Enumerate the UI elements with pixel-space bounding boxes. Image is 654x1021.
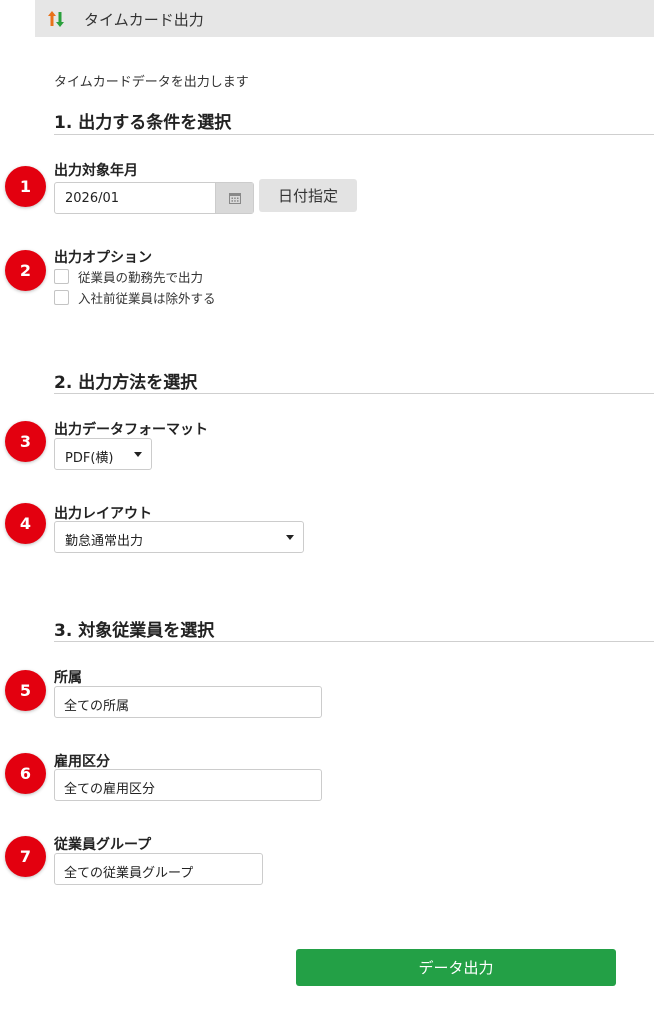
section-title-employees: 3. 対象従業員を選択 xyxy=(54,621,215,641)
data-output-button[interactable]: データ出力 xyxy=(296,949,616,986)
intro-text: タイムカードデータを出力します xyxy=(54,75,249,90)
option-label: 入社前従業員は除外する xyxy=(78,291,216,306)
department-label: 所属 xyxy=(54,670,82,686)
department-value: 全ての所属 xyxy=(64,699,130,714)
step-badge-7: 7 xyxy=(5,836,46,877)
dropdown-caret-icon xyxy=(134,452,142,457)
section-divider xyxy=(54,393,654,394)
step-badge-3: 3 xyxy=(5,421,46,462)
format-value: PDF(横) xyxy=(65,451,114,466)
layout-label: 出力レイアウト xyxy=(54,506,152,522)
section-title-method: 2. 出力方法を選択 xyxy=(54,373,198,393)
step-badge-4: 4 xyxy=(5,503,46,544)
format-select[interactable]: PDF(横) xyxy=(54,438,152,470)
step-badge-5: 5 xyxy=(5,670,46,711)
option-checkbox-row[interactable]: 入社前従業員は除外する xyxy=(54,288,216,307)
department-field[interactable]: 全ての所属 xyxy=(54,686,322,718)
option-checkbox-row[interactable]: 従業員の勤務先で出力 xyxy=(54,267,203,286)
employee-group-field[interactable]: 全ての従業員グループ xyxy=(54,853,263,885)
target-month-value: 2026/01 xyxy=(65,191,120,206)
date-specify-button[interactable]: 日付指定 xyxy=(259,179,357,212)
employment-type-field[interactable]: 全ての雇用区分 xyxy=(54,769,322,801)
calendar-icon[interactable] xyxy=(215,183,253,213)
step-badge-1: 1 xyxy=(5,166,46,207)
output-options-label: 出力オプション xyxy=(54,250,152,266)
step-badge-2: 2 xyxy=(5,250,46,291)
section-divider xyxy=(54,641,654,642)
option-label: 従業員の勤務先で出力 xyxy=(78,270,204,285)
employee-group-value: 全ての従業員グループ xyxy=(64,866,194,881)
layout-select[interactable]: 勤怠通常出力 xyxy=(54,521,304,553)
step-badge-6: 6 xyxy=(5,753,46,794)
target-month-label: 出力対象年月 xyxy=(54,163,138,179)
layout-value: 勤怠通常出力 xyxy=(65,534,144,549)
option-checkbox[interactable] xyxy=(54,269,69,284)
page-header: タイムカード出力 xyxy=(35,0,654,37)
page-title: タイムカード出力 xyxy=(84,11,204,29)
sort-arrows-icon xyxy=(46,9,66,29)
employment-type-value: 全ての雇用区分 xyxy=(64,782,156,797)
format-label: 出力データフォーマット xyxy=(54,422,208,438)
target-month-input[interactable]: 2026/01 xyxy=(54,182,254,214)
employment-type-label: 雇用区分 xyxy=(54,754,110,770)
employee-group-label: 従業員グループ xyxy=(54,837,152,853)
section-title-conditions: 1. 出力する条件を選択 xyxy=(54,113,232,133)
option-checkbox[interactable] xyxy=(54,290,69,305)
dropdown-caret-icon xyxy=(286,535,294,540)
section-divider xyxy=(54,134,654,135)
